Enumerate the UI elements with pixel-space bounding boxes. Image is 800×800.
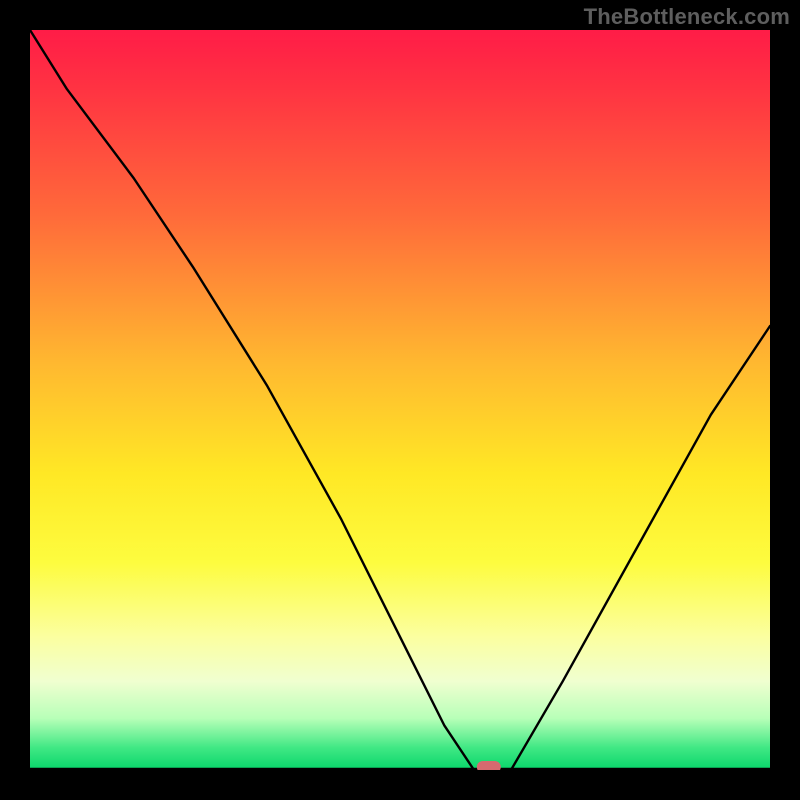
bottleneck-curve-path <box>30 30 770 770</box>
curve-svg <box>30 30 770 770</box>
plot-gradient-area <box>30 30 770 770</box>
chart-frame: TheBottleneck.com <box>0 0 800 800</box>
minimum-marker <box>477 761 501 770</box>
watermark-text: TheBottleneck.com <box>584 4 790 30</box>
